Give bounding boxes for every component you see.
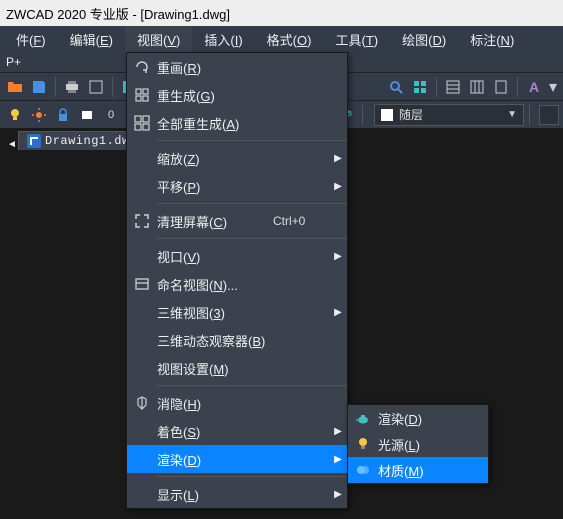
dwg-file-icon	[27, 134, 41, 148]
table-icon[interactable]	[442, 76, 464, 98]
menu-view[interactable]: 视图(V)	[125, 26, 192, 53]
menu-item-3d-orbit[interactable]: 三维动态观察器(B)	[127, 326, 347, 354]
sun-icon[interactable]	[28, 104, 50, 126]
save-icon[interactable]	[28, 76, 50, 98]
submenu-item-light[interactable]: 光源(L)	[348, 431, 488, 457]
lightbulb-icon	[348, 436, 378, 452]
menu-item-viewports[interactable]: 视口(V)▶	[127, 242, 347, 270]
regen-icon	[127, 87, 157, 103]
menu-separator	[157, 140, 347, 141]
submenu-arrow-icon: ▶	[329, 454, 347, 465]
render-submenu: 渲染(D) 光源(L) 材质(M)	[347, 404, 489, 484]
layer-combo[interactable]: 随层 ▼	[374, 104, 524, 126]
toolbar-separator	[517, 77, 518, 97]
layer-combo-label: 随层	[399, 106, 423, 123]
submenu-arrow-icon: ▶	[329, 153, 347, 164]
menu-item-3d-views[interactable]: 三维视图(3)▶	[127, 298, 347, 326]
menu-item-display[interactable]: 显示(L)▶	[127, 480, 347, 508]
toolbar-separator	[362, 105, 363, 125]
menu-dimension[interactable]: 标注(N)	[458, 26, 526, 53]
table2-icon[interactable]	[466, 76, 488, 98]
named-views-icon	[127, 276, 157, 292]
menu-item-pan[interactable]: 平移(P)▶	[127, 172, 347, 200]
find-icon[interactable]	[385, 76, 407, 98]
redraw-icon	[127, 59, 157, 75]
teapot-icon	[348, 410, 378, 426]
toolbar-separator	[112, 77, 113, 97]
view-menu-dropdown: 重画(R) 重生成(G) 全部重生成(A) 缩放(Z)▶ 平移(P)▶ 清理屏幕…	[126, 52, 348, 509]
chevron-down-icon: ▼	[507, 109, 517, 120]
menu-item-redraw[interactable]: 重画(R)	[127, 53, 347, 81]
menu-separator	[157, 203, 347, 204]
submenu-arrow-icon: ▶	[329, 181, 347, 192]
menu-edit[interactable]: 编辑(E)	[58, 26, 125, 53]
secrow-label: P+	[6, 55, 21, 69]
menu-item-shade[interactable]: 着色(S)▶	[127, 417, 347, 445]
menu-item-regen-all[interactable]: 全部重生成(A)	[127, 109, 347, 137]
svg-text:A: A	[529, 79, 539, 95]
toolbar-separator	[436, 77, 437, 97]
shortcut-label: Ctrl+0	[273, 214, 329, 228]
menu-format[interactable]: 格式(O)	[255, 26, 324, 53]
layer-extra-button[interactable]	[539, 105, 559, 125]
toolbar-separator	[529, 105, 530, 125]
menu-separator	[157, 238, 347, 239]
submenu-item-render[interactable]: 渲染(D)	[348, 405, 488, 431]
menu-separator	[157, 385, 347, 386]
menu-bar: 件(F) 编辑(E) 视图(V) 插入(I) 格式(O) 工具(T) 绘图(D)…	[0, 26, 563, 52]
submenu-arrow-icon: ▶	[329, 307, 347, 318]
hide-icon	[127, 395, 157, 411]
menu-item-regen[interactable]: 重生成(G)	[127, 81, 347, 109]
lock-icon[interactable]	[52, 104, 74, 126]
material-icon	[348, 462, 378, 478]
menu-insert[interactable]: 插入(I)	[192, 26, 254, 53]
layer0-icon[interactable]: 0	[100, 104, 122, 126]
sheet-icon[interactable]	[490, 76, 512, 98]
menu-item-zoom[interactable]: 缩放(Z)▶	[127, 144, 347, 172]
menu-item-clean-screen[interactable]: 清理屏幕(C) Ctrl+0	[127, 207, 347, 235]
layer-rect-icon[interactable]	[76, 104, 98, 126]
light-icon[interactable]	[4, 104, 26, 126]
tab-prev-icon[interactable]: ◄	[6, 139, 18, 150]
menu-tools[interactable]: 工具(T)	[323, 26, 390, 53]
print-icon[interactable]	[61, 76, 83, 98]
open-icon[interactable]	[4, 76, 26, 98]
menu-item-named-views[interactable]: 命名视图(N)...	[127, 270, 347, 298]
toolbar-separator	[55, 77, 56, 97]
menu-item-view-settings[interactable]: 视图设置(M)	[127, 354, 347, 382]
menu-draw[interactable]: 绘图(D)	[390, 26, 458, 53]
submenu-arrow-icon: ▶	[329, 251, 347, 262]
menu-item-render[interactable]: 渲染(D)▶	[127, 445, 347, 473]
grid-icon[interactable]	[409, 76, 431, 98]
menu-file[interactable]: 件(F)	[4, 26, 58, 53]
text-icon[interactable]: A	[523, 76, 545, 98]
fullscreen-icon	[127, 213, 157, 229]
title-text: ZWCAD 2020 专业版 - [Drawing1.dwg]	[6, 4, 230, 23]
swatch-icon	[381, 109, 393, 121]
print-preview-icon[interactable]	[85, 76, 107, 98]
menu-item-hide[interactable]: 消隐(H)	[127, 389, 347, 417]
title-bar: ZWCAD 2020 专业版 - [Drawing1.dwg]	[0, 0, 563, 26]
submenu-item-material[interactable]: 材质(M)	[348, 457, 488, 483]
submenu-arrow-icon: ▶	[329, 426, 347, 437]
regen-all-icon	[127, 115, 157, 131]
submenu-arrow-icon: ▶	[329, 489, 347, 500]
dropdown-chevron-icon[interactable]: ▾	[547, 76, 559, 98]
menu-separator	[157, 476, 347, 477]
